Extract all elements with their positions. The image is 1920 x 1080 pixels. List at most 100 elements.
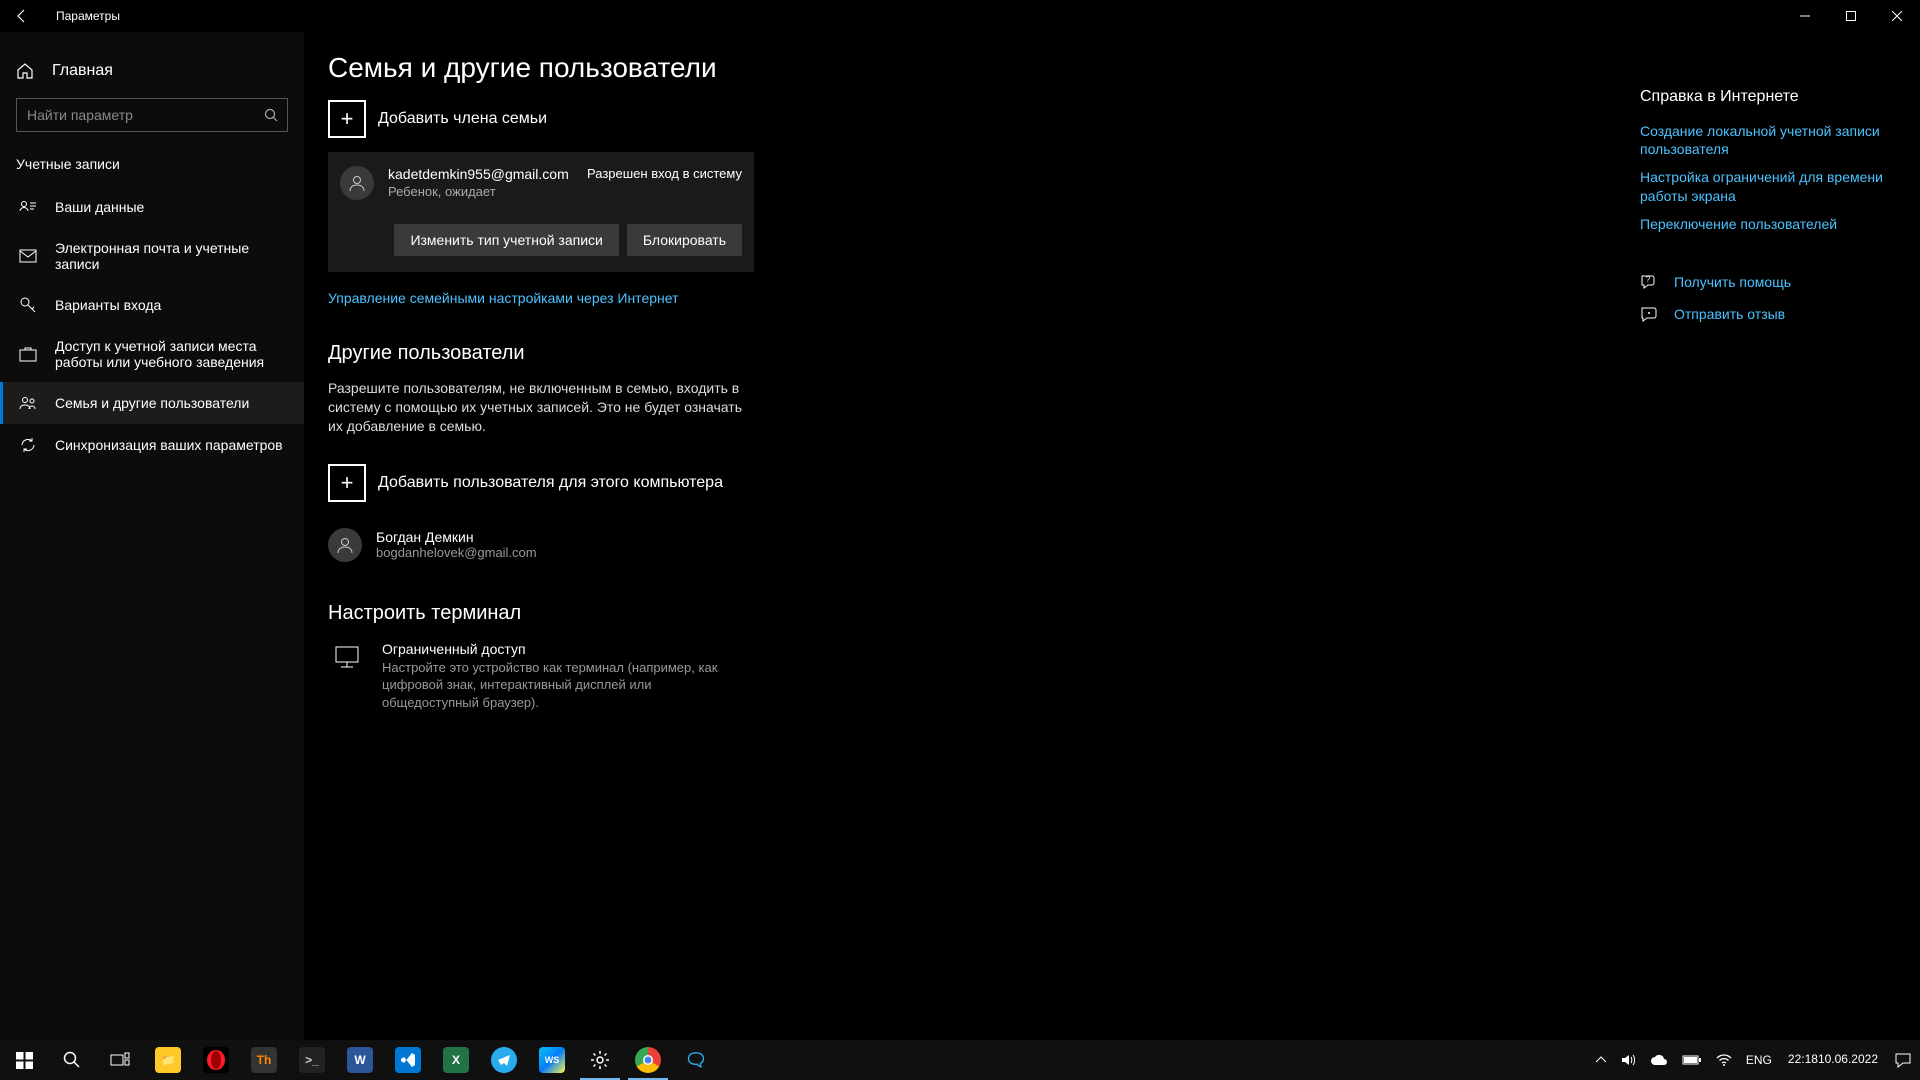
home-label: Главная	[52, 62, 113, 80]
back-button[interactable]	[12, 6, 32, 26]
key-icon	[19, 296, 37, 314]
close-button[interactable]	[1874, 0, 1920, 32]
taskbar-app-vscode[interactable]	[384, 1040, 432, 1080]
word-icon: W	[347, 1047, 373, 1073]
family-role: Ребенок, ожидает	[388, 184, 573, 199]
taskbar-app-settings[interactable]	[576, 1040, 624, 1080]
tray-language[interactable]: ENG	[1740, 1040, 1778, 1080]
nav-label: Варианты входа	[55, 297, 161, 313]
taskbar-app-webstorm[interactable]: WS	[528, 1040, 576, 1080]
family-email: kadetdemkin955@gmail.com	[388, 166, 573, 182]
terminal-icon: >_	[299, 1047, 325, 1073]
nav-label: Ваши данные	[55, 199, 144, 215]
home-button[interactable]: Главная	[0, 52, 304, 90]
vscode-icon	[395, 1047, 421, 1073]
svg-text:?: ?	[1646, 275, 1651, 284]
help-pane: Справка в Интернете Создание локальной у…	[1640, 52, 1900, 1020]
kiosk-heading: Настроить терминал	[328, 602, 1108, 625]
search-icon	[264, 108, 278, 122]
add-other-user-button[interactable]: + Добавить пользователя для этого компью…	[328, 460, 1108, 516]
sync-icon	[19, 436, 37, 454]
taskbar-app-terminal[interactable]: >_	[288, 1040, 336, 1080]
add-family-label: Добавить члена семьи	[378, 110, 547, 128]
help-app-icon: 🗨	[683, 1047, 709, 1073]
family-member-card[interactable]: kadetdemkin955@gmail.com Ребенок, ожидае…	[328, 152, 754, 272]
manage-family-online-link[interactable]: Управление семейными настройками через И…	[328, 290, 678, 306]
help-link-local-account[interactable]: Создание локальной учетной записи пользо…	[1640, 122, 1900, 158]
avatar-icon	[340, 166, 374, 200]
nav-label: Электронная почта и учетные записи	[55, 240, 288, 272]
excel-icon: X	[443, 1047, 469, 1073]
start-button[interactable]	[0, 1040, 48, 1080]
nav-label: Семья и другие пользователи	[55, 395, 249, 411]
task-view-button[interactable]	[96, 1040, 144, 1080]
family-status: Разрешен вход в систему	[587, 166, 742, 200]
other-users-desc: Разрешите пользователям, не включенным в…	[328, 379, 748, 436]
nav-signin-options[interactable]: Варианты входа	[0, 284, 304, 326]
taskbar: 📁 Th >_ W X WS 🗨 ENG 22:18 10.06.2022	[0, 1040, 1920, 1080]
window-title: Параметры	[56, 9, 120, 23]
taskbar-app-sublime[interactable]: Th	[240, 1040, 288, 1080]
add-user-label: Добавить пользователя для этого компьюте…	[378, 474, 723, 492]
nav-sync[interactable]: Синхронизация ваших параметров	[0, 424, 304, 466]
chrome-icon	[635, 1047, 661, 1073]
sidebar-section-title: Учетные записи	[0, 150, 304, 186]
sidebar: Главная Учетные записи Ваши данные	[0, 32, 304, 1040]
send-feedback-button[interactable]: Отправить отзыв	[1640, 305, 1900, 323]
taskbar-app-opera[interactable]	[192, 1040, 240, 1080]
tray-wifi[interactable]	[1710, 1040, 1738, 1080]
taskbar-app-excel[interactable]: X	[432, 1040, 480, 1080]
help-heading: Справка в Интернете	[1640, 88, 1900, 106]
home-icon	[16, 62, 34, 80]
opera-icon	[203, 1047, 229, 1073]
taskbar-app-chrome[interactable]	[624, 1040, 672, 1080]
taskbar-app-word[interactable]: W	[336, 1040, 384, 1080]
nav-email-accounts[interactable]: Электронная почта и учетные записи	[0, 228, 304, 284]
maximize-button[interactable]	[1828, 0, 1874, 32]
tray-notifications[interactable]	[1888, 1040, 1918, 1080]
search-button[interactable]	[48, 1040, 96, 1080]
avatar-icon	[328, 528, 362, 562]
other-users-heading: Другие пользователи	[328, 342, 1108, 365]
minimize-button[interactable]	[1782, 0, 1828, 32]
folder-icon: 📁	[155, 1047, 181, 1073]
tray-battery[interactable]	[1676, 1040, 1708, 1080]
other-user-name: Богдан Демкин	[376, 529, 537, 545]
nav-family-users[interactable]: Семья и другие пользователи	[0, 382, 304, 424]
tray-onedrive[interactable]	[1644, 1040, 1674, 1080]
other-user-row[interactable]: Богдан Демкин bogdanhelovek@gmail.com	[328, 522, 1108, 568]
help-link-screen-time[interactable]: Настройка ограничений для времени работы…	[1640, 168, 1900, 204]
taskbar-app-explorer[interactable]: 📁	[144, 1040, 192, 1080]
person-card-icon	[19, 198, 37, 216]
tray-clock[interactable]: 22:18 10.06.2022	[1780, 1040, 1886, 1080]
webstorm-icon: WS	[539, 1047, 565, 1073]
people-icon	[19, 394, 37, 412]
other-user-email: bogdanhelovek@gmail.com	[376, 545, 537, 560]
add-family-member-button[interactable]: + Добавить члена семьи	[328, 96, 1108, 152]
feedback-label: Отправить отзыв	[1674, 306, 1785, 322]
tray-volume[interactable]	[1614, 1040, 1642, 1080]
nav-your-info[interactable]: Ваши данные	[0, 186, 304, 228]
taskbar-app-telegram[interactable]	[480, 1040, 528, 1080]
change-account-type-button[interactable]: Изменить тип учетной записи	[394, 224, 618, 256]
kiosk-title: Ограниченный доступ	[382, 641, 742, 657]
kiosk-setup-button[interactable]: Ограниченный доступ Настройте это устрой…	[328, 641, 1108, 712]
briefcase-icon	[19, 345, 37, 363]
nav-label: Доступ к учетной записи места работы или…	[55, 338, 288, 370]
gear-icon	[587, 1047, 613, 1073]
monitor-icon	[328, 641, 366, 712]
get-help-label: Получить помощь	[1674, 274, 1791, 290]
page-title: Семья и другие пользователи	[328, 52, 1108, 84]
block-button[interactable]: Блокировать	[627, 224, 742, 256]
plus-icon: +	[328, 100, 366, 138]
get-help-button[interactable]: ? Получить помощь	[1640, 273, 1900, 291]
kiosk-desc: Настройте это устройство как терминал (н…	[382, 659, 742, 712]
mail-icon	[19, 247, 37, 265]
nav-work-school[interactable]: Доступ к учетной записи места работы или…	[0, 326, 304, 382]
titlebar: Параметры	[0, 0, 1920, 32]
tray-overflow[interactable]	[1590, 1040, 1612, 1080]
help-link-switch-users[interactable]: Переключение пользователей	[1640, 215, 1900, 233]
search-input[interactable]	[16, 98, 288, 132]
help-icon: ?	[1640, 273, 1658, 291]
taskbar-app-help[interactable]: 🗨	[672, 1040, 720, 1080]
